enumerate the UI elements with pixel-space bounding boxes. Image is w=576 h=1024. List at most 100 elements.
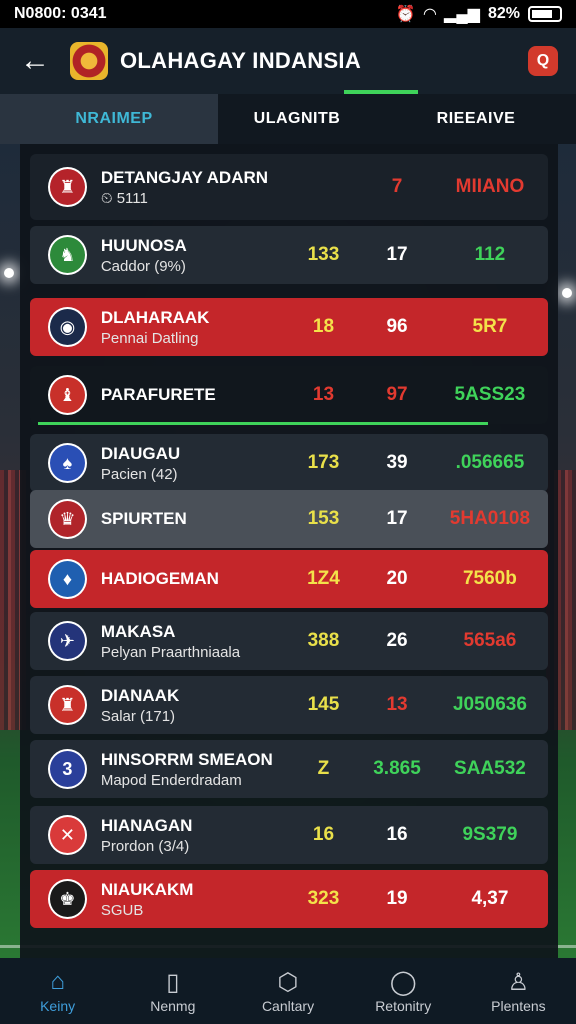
stat-c3: SAA532 xyxy=(454,758,526,779)
stat-c2: 7 xyxy=(391,176,403,197)
team-info: NIAUKAKM SGUB xyxy=(101,880,285,919)
stat-c1: 323 xyxy=(307,888,340,909)
user-icon: ♙ xyxy=(507,969,530,996)
chat-icon: ◯ xyxy=(389,969,417,996)
table-row[interactable]: ♞ HUUNOSA Caddor (9%) 133 17 112 xyxy=(30,226,548,284)
table-row[interactable]: 3 HINSORRM SMEAON Mapod Enderdradam Z 3.865 S… xyxy=(30,740,548,798)
page-title: OLAHAGAY INDANSIA xyxy=(120,48,362,73)
team-crest-icon: ♝ xyxy=(48,375,87,415)
table-row[interactable]: ◉ DLAHARAAK Pennai Datling 18 96 5R7 xyxy=(30,298,548,356)
tab-ulagnitb[interactable]: ULAGNITB xyxy=(218,94,376,144)
table-row[interactable]: ♝ PARAFURETE 13 97 5ASS23 xyxy=(30,366,548,424)
team-crest-icon: ♜ xyxy=(48,685,87,725)
team-crest-icon: ✕ xyxy=(48,815,87,855)
stat-c1: 1Z4 xyxy=(307,568,340,589)
table-row[interactable]: ✕ HIANAGAN Prordon (3/4) 16 16 9S379 xyxy=(30,806,548,864)
signal-icon: ▂▄▆ xyxy=(444,6,480,23)
team-info: SPIURTEN xyxy=(101,509,285,529)
team-subtitle: Caddor (9%) xyxy=(100,257,186,275)
arrow-left-icon[interactable]: ← xyxy=(0,44,70,78)
book-icon: ▯ xyxy=(166,969,180,996)
nav-label: Canltary xyxy=(261,998,315,1014)
team-info: DIAUGAU Pacien (42) xyxy=(101,444,285,483)
stat-c2: 3.865 xyxy=(373,758,421,779)
stat-c3: .056665 xyxy=(455,452,525,473)
bottom-nav: ⌂ Keiny ▯ Nenmg ⬡ Canltary ◯ Retonitry ♙ Plentens xyxy=(0,958,576,1024)
standings-table: ♜ DETANGJAY ADARN ⏲ 5111 7 MIIANO ♞ HUUNOSA Cad… xyxy=(20,144,558,960)
nav-item-retonitry[interactable]: ◯ Retonitry xyxy=(346,958,461,1024)
header-accent-bar xyxy=(344,90,418,94)
team-crest-icon: 3 xyxy=(48,749,87,789)
stat-c2: 19 xyxy=(386,888,408,909)
stat-c3: 5R7 xyxy=(472,316,508,337)
stat-c1: 388 xyxy=(307,630,340,651)
tab-nraimep[interactable]: NRAIMEP xyxy=(0,94,218,144)
nav-item-canltary[interactable]: ⬡ Canltary xyxy=(230,958,345,1024)
table-divider xyxy=(38,422,488,425)
team-info: HINSORRM SMEAON Mapod Enderdradam xyxy=(101,750,285,789)
team-name: HINSORRM SMEAON xyxy=(100,749,273,769)
search-icon[interactable]: Q xyxy=(528,46,558,76)
nav-item-plentens[interactable]: ♙ Plentens xyxy=(461,958,576,1024)
team-crest-icon: ♜ xyxy=(48,167,87,207)
team-name: DIAUGAU xyxy=(100,443,181,463)
table-row[interactable]: ♦ HADIOGEMAN 1Z4 20 7560b xyxy=(30,550,548,608)
team-crest-icon: ♦ xyxy=(48,559,87,599)
team-name: HADIOGEMAN xyxy=(100,569,219,588)
wifi-icon: ◠ xyxy=(423,6,437,23)
team-subtitle: ⏲ 5111 xyxy=(100,189,148,207)
team-crest-icon: ♠ xyxy=(48,443,87,483)
team-subtitle: Pennai Datling xyxy=(100,329,199,347)
tab-rieeaive[interactable]: RIEEAIVE xyxy=(376,94,576,144)
stat-c3: 565a6 xyxy=(463,630,517,651)
floodlight xyxy=(562,288,572,298)
team-name: PARAFURETE xyxy=(100,385,216,404)
stat-c3: 9S379 xyxy=(462,824,518,845)
stat-c3: MIIANO xyxy=(455,176,525,197)
table-row[interactable]: ♚ NIAUKAKM SGUB 323 19 4,37 xyxy=(30,870,548,928)
team-name: DIANAAK xyxy=(100,685,180,705)
team-crest-icon: ◉ xyxy=(48,307,87,347)
team-name: NIAUKAKM xyxy=(100,879,194,899)
stat-c1: 153 xyxy=(307,508,340,529)
team-name: MAKASA xyxy=(100,621,176,641)
stat-c2: 13 xyxy=(386,694,408,715)
battery-percent: 82% xyxy=(487,5,520,22)
team-subtitle: SGUB xyxy=(100,901,144,919)
table-row[interactable]: ♠ DIAUGAU Pacien (42) 173 39 .056665 xyxy=(30,434,548,492)
team-crest-icon: ✈ xyxy=(48,621,87,661)
team-info: DETANGJAY ADARN ⏲ 5111 xyxy=(101,168,285,207)
shield-icon: ⬡ xyxy=(277,969,299,996)
team-name: DETANGJAY ADARN xyxy=(100,167,269,187)
team-crest-icon: ♚ xyxy=(48,879,87,919)
stat-c2: 17 xyxy=(386,244,408,265)
team-name: HUUNOSA xyxy=(100,235,187,255)
table-row[interactable]: ♛ SPIURTEN 153 17 5HA0108 xyxy=(30,490,548,548)
alarm-icon: ⏰ xyxy=(395,6,416,23)
nav-label: Retonitry xyxy=(375,998,432,1014)
nav-label: Plentens xyxy=(491,998,546,1014)
stat-c2: 16 xyxy=(386,824,408,845)
stat-c3: 7560b xyxy=(462,568,517,589)
team-info: HUUNOSA Caddor (9%) xyxy=(101,236,285,275)
home-icon: ⌂ xyxy=(50,968,65,995)
app-header: ← OLAHAGAY INDANSIA Q xyxy=(0,28,576,94)
stat-c2: 97 xyxy=(386,384,408,405)
stat-c3: 5HA0108 xyxy=(449,508,531,529)
nav-item-nenmg[interactable]: ▯ Nenmg xyxy=(115,958,230,1024)
team-info: HIANAGAN Prordon (3/4) xyxy=(101,816,285,855)
team-info: PARAFURETE xyxy=(101,385,285,405)
table-row[interactable]: ✈ MAKASA Pelyan Praarthniaala 388 26 565a6 xyxy=(30,612,548,670)
stat-c3: 112 xyxy=(474,244,506,265)
status-time: N0800: 0341 xyxy=(14,5,107,22)
stat-c2: 17 xyxy=(386,508,408,529)
nav-item-keiny[interactable]: ⌂ Keiny xyxy=(0,958,115,1024)
nav-label: Keiny xyxy=(40,998,76,1014)
stat-c1: Z xyxy=(317,758,330,779)
table-row[interactable]: ♜ DIANAAK Salar (171) 145 13 J050636 xyxy=(30,676,548,734)
table-row[interactable]: ♜ DETANGJAY ADARN ⏲ 5111 7 MIIANO xyxy=(30,154,548,220)
stat-c1: 13 xyxy=(312,384,335,405)
stat-c1: 16 xyxy=(312,824,335,845)
team-name: HIANAGAN xyxy=(100,815,193,835)
battery-icon xyxy=(528,6,562,22)
